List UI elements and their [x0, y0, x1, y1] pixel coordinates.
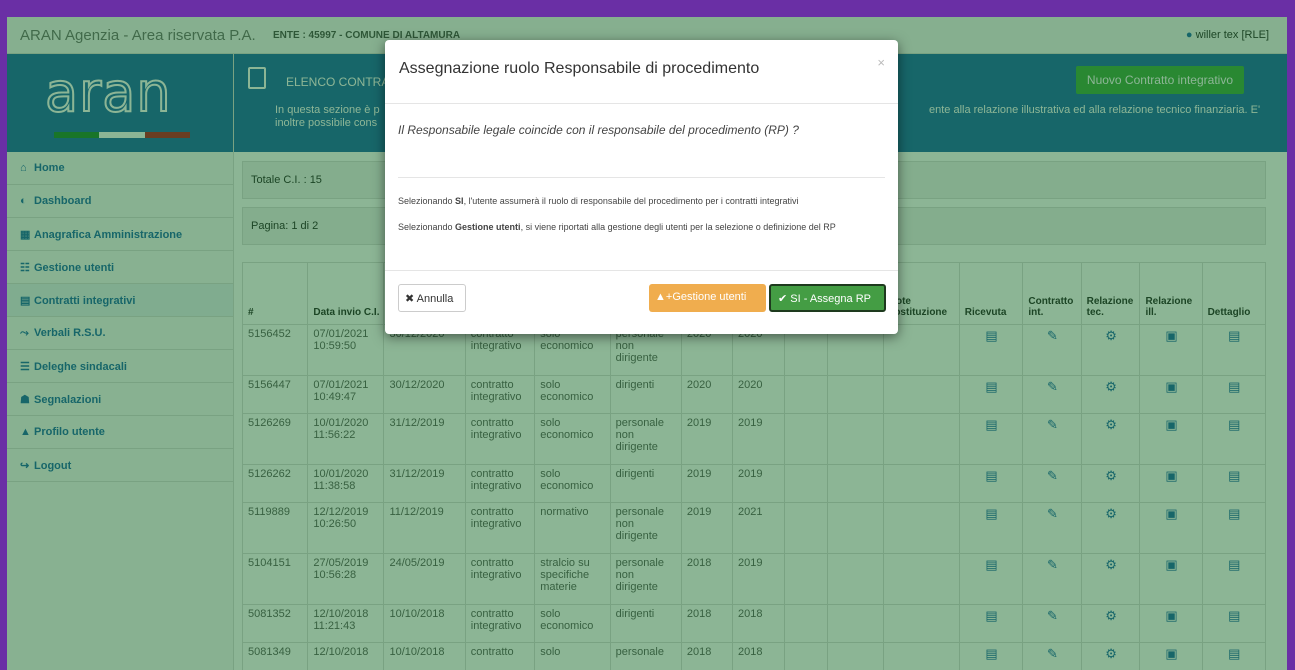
- assign-rp-modal: Assegnazione ruolo Responsabile di proce…: [385, 40, 898, 334]
- gestione-label: Gestione utenti: [672, 291, 747, 303]
- check-icon: ✔: [778, 293, 788, 305]
- close-icon[interactable]: ×: [877, 55, 885, 70]
- modal-info-si: Selezionando SI, l'utente assumerà il ru…: [398, 196, 799, 206]
- cancel-button[interactable]: ✖ Annulla: [398, 284, 466, 312]
- modal-body-divider: [398, 177, 885, 178]
- modal-question: Il Responsabile legale coincide con il r…: [398, 123, 799, 137]
- gestione-utenti-button[interactable]: ▲+Gestione utenti: [649, 284, 766, 312]
- app-window: ARAN Agenzia - Area riservata P.A. ENTE …: [7, 17, 1287, 670]
- modal-header-divider: [385, 103, 898, 104]
- modal-info-gestione: Selezionando Gestione utenti, si viene r…: [398, 222, 836, 232]
- modal-title: Assegnazione ruolo Responsabile di proce…: [399, 60, 760, 77]
- assign-rp-label: SI - Assegna RP: [790, 293, 871, 305]
- times-icon: ✖: [405, 293, 415, 305]
- cancel-label: Annulla: [416, 293, 454, 305]
- modal-footer-divider: [385, 270, 898, 271]
- add-user-icon: ▲+: [655, 291, 673, 303]
- assign-rp-button[interactable]: ✔ SI - Assegna RP: [769, 284, 886, 312]
